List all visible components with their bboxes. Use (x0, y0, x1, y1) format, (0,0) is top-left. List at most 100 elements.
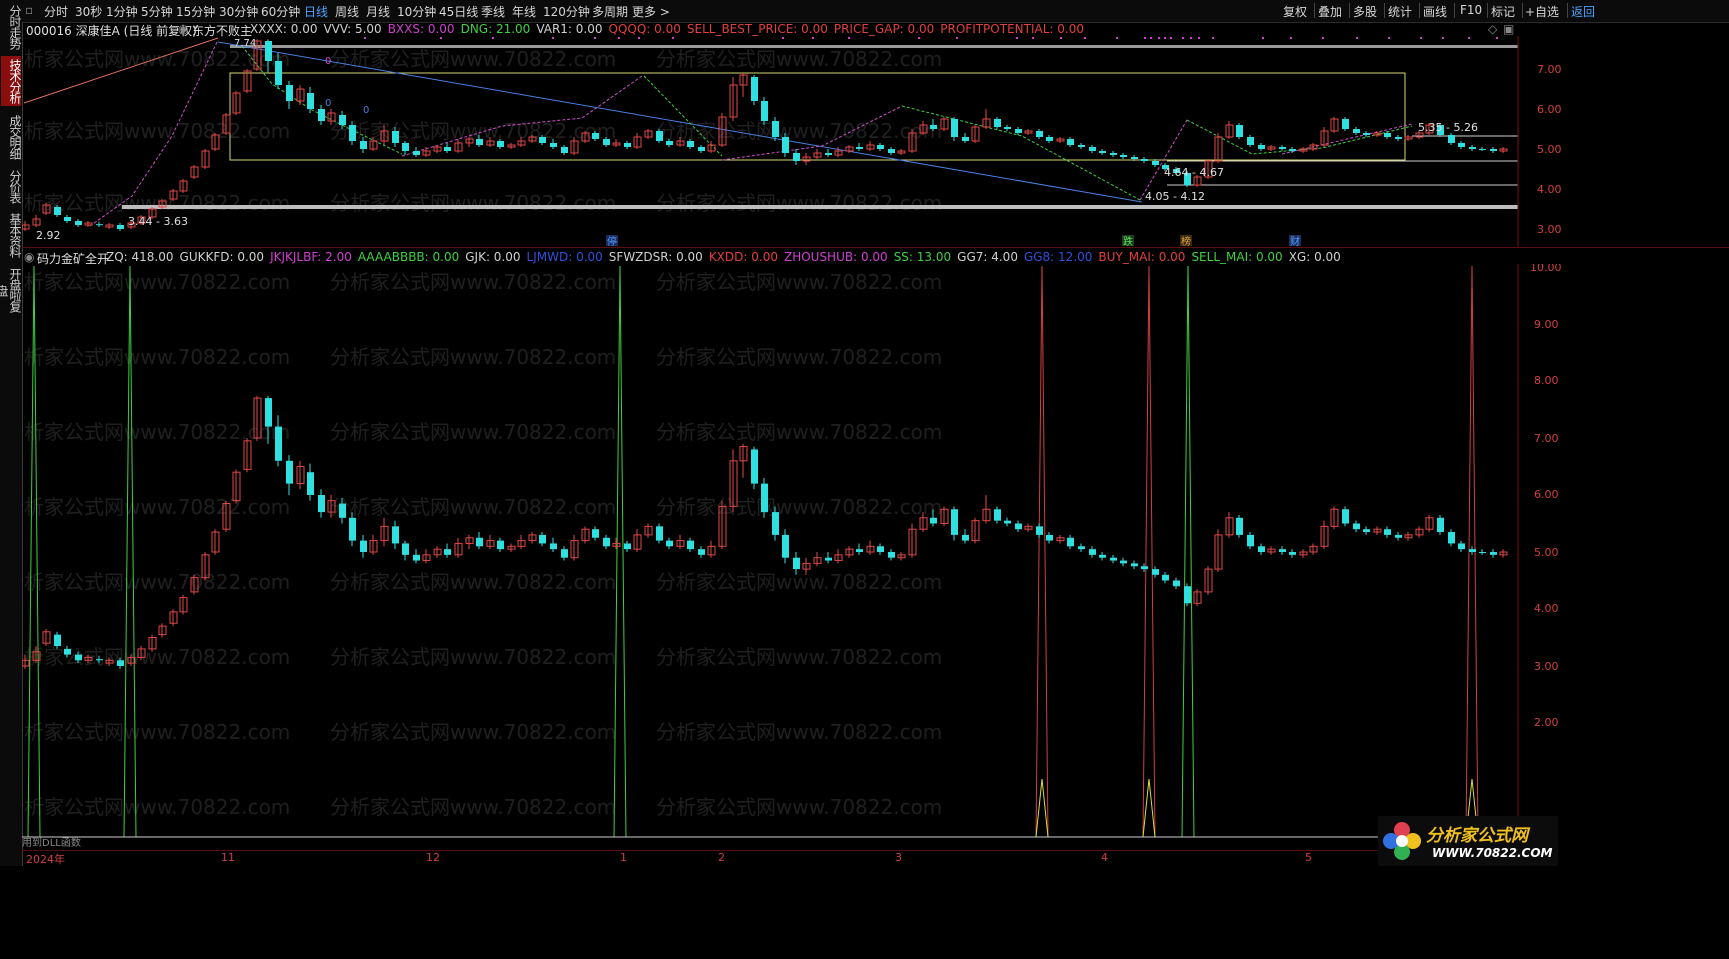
event-badge-label[interactable]: 榜 (1181, 235, 1191, 247)
event-badge-label[interactable]: 停 (607, 235, 617, 247)
window-toggle-icon[interactable]: ▣ (1503, 22, 1514, 36)
candle-body-down (1120, 155, 1127, 157)
candle-body-down (286, 85, 293, 101)
window-icon[interactable]: ▫ (25, 3, 33, 17)
candle-body-down (360, 540, 367, 552)
period-tab[interactable]: 10分钟 (397, 3, 436, 20)
tab-basic-info[interactable]: 基本资料 (1, 210, 22, 260)
signal-dot (782, 37, 784, 39)
annotation-label: 5.35 - 5.26 (1418, 121, 1478, 134)
candle-body-down (666, 141, 673, 145)
event-badge-label[interactable]: 跌 (1123, 235, 1133, 247)
period-tab[interactable]: 5分钟 (141, 3, 173, 20)
watermark-text: 分析家公式网www.70822.com (22, 570, 290, 594)
period-tab[interactable]: 季线 (481, 3, 505, 20)
watermark-text: 分析家公式网www.70822.com (22, 795, 290, 819)
separator (1419, 3, 1420, 18)
back-button[interactable]: 返回 (1571, 3, 1595, 20)
candle-body-down (1247, 137, 1254, 145)
price-axis-label: 4.00 (1534, 602, 1559, 615)
logo-url: WWW.70822.COM (1432, 846, 1553, 860)
separator (1314, 3, 1315, 18)
candle-body-down (318, 495, 325, 513)
candle-body-down (1131, 563, 1138, 567)
expand-icon[interactable]: ◇ (1488, 22, 1497, 36)
f10-button[interactable]: F10 (1460, 3, 1482, 17)
flower-logo-icon (1383, 822, 1421, 860)
period-tab[interactable]: 多周期 (592, 3, 628, 20)
annotation-label: 4.64 - 4.67 (1164, 166, 1224, 179)
candle-body-down (392, 526, 399, 544)
watermark-text: 分析家公式网www.70822.com (656, 720, 942, 744)
period-tab[interactable]: 15分钟 (176, 3, 215, 20)
indicator-param: VAR1: 0.00 (536, 22, 603, 36)
price-axis-label: 5.00 (1534, 546, 1559, 559)
period-tab[interactable]: 1分钟 (106, 3, 138, 20)
annotation-label: 0 (363, 105, 369, 116)
separator (1522, 3, 1523, 18)
period-tab[interactable]: 30秒 (75, 3, 102, 20)
candle-body-down (1479, 149, 1486, 150)
indicator-settings-icon[interactable]: ◉ (178, 22, 188, 36)
tab-technical-analysis[interactable]: 技术分析 (1, 56, 22, 106)
candle-body-down (402, 543, 409, 555)
tab-time-trend[interactable]: 分时走势 (1, 4, 22, 50)
candle-body-down (413, 151, 420, 155)
period-tab[interactable]: 周线 (335, 3, 359, 20)
watermark: 分析家公式网www.70822.com 分析家公式网www.70822.com 分析… (22, 47, 942, 215)
period-tab-active[interactable]: 日线 (304, 3, 328, 20)
period-tab[interactable]: 年线 (512, 3, 536, 20)
candle-body-down (772, 121, 779, 137)
candle-body-down (888, 552, 895, 558)
period-tab[interactable]: 120分钟 (543, 3, 590, 20)
candle-body-down (75, 221, 82, 225)
candle-body-down (1067, 139, 1074, 145)
zigzag-green (643, 75, 723, 157)
candle-body-down (751, 77, 758, 101)
sub-indicator-settings-icon[interactable]: ◉ (24, 250, 34, 264)
candle-body-down (687, 141, 694, 147)
candle-body-down (825, 153, 832, 155)
watermark-text: 分析家公式网www.70822.com (330, 47, 616, 71)
candle-body-down (624, 543, 631, 550)
separator (1384, 3, 1385, 18)
candle-body-down (1078, 145, 1085, 147)
mark-button[interactable]: 标记 (1491, 3, 1515, 20)
period-tab[interactable]: 分时 (44, 3, 68, 20)
tab-price-table[interactable]: 分价表 (1, 166, 22, 206)
candle-body-down (877, 546, 884, 552)
indicator-param: LJMWD: 0.00 (526, 250, 603, 264)
sub-indicator-chart[interactable]: 分析家公式网www.70822.com 分析家公式网www.70822.com 分析… (22, 264, 1729, 850)
candle-body-down (772, 512, 779, 535)
watermark-text: 分析家公式网www.70822.com (22, 720, 290, 744)
overlay-button[interactable]: 叠加 (1318, 3, 1342, 20)
separator (1567, 3, 1568, 18)
more-periods[interactable]: 更多 > (632, 3, 670, 20)
candle-body-down (1004, 520, 1011, 524)
multi-stock-button[interactable]: 多股 (1353, 3, 1377, 20)
statistics-button[interactable]: 统计 (1388, 3, 1412, 20)
period-tab[interactable]: 30分钟 (219, 3, 258, 20)
main-price-chart[interactable]: 分析家公式网www.70822.com 分析家公式网www.70822.com 分析… (22, 36, 1729, 247)
candle-body-down (687, 540, 694, 550)
signal-dot (364, 37, 366, 39)
price-axis-label: 10.00 (1530, 264, 1562, 274)
draw-line-button[interactable]: 画线 (1423, 3, 1447, 20)
indicator-param: BUY_MAI: 0.00 (1098, 250, 1186, 264)
adjust-button[interactable]: 复权 (1283, 3, 1307, 20)
tab-open-review[interactable]: 开盘啦复盘 (0, 266, 22, 314)
period-tab[interactable]: 45日线 (439, 3, 478, 20)
time-axis-label: 3 (895, 851, 902, 864)
period-tab[interactable]: 60分钟 (261, 3, 300, 20)
annotation-label: 2.92 (36, 229, 61, 242)
candle-body-down (1141, 159, 1148, 161)
event-badge-label[interactable]: 财 (1290, 235, 1300, 247)
candle-body-down (624, 143, 631, 147)
tab-trade-detail[interactable]: 成交明细 (1, 112, 22, 162)
signal-dot (1084, 37, 1086, 39)
annotation-label: 3.44 - 3.63 (128, 215, 188, 228)
add-watchlist-button[interactable]: +自选 (1525, 3, 1559, 20)
period-tab[interactable]: 月线 (366, 3, 390, 20)
indicator-param: KXDD: 0.00 (708, 250, 778, 264)
candle-body-down (1141, 566, 1148, 570)
